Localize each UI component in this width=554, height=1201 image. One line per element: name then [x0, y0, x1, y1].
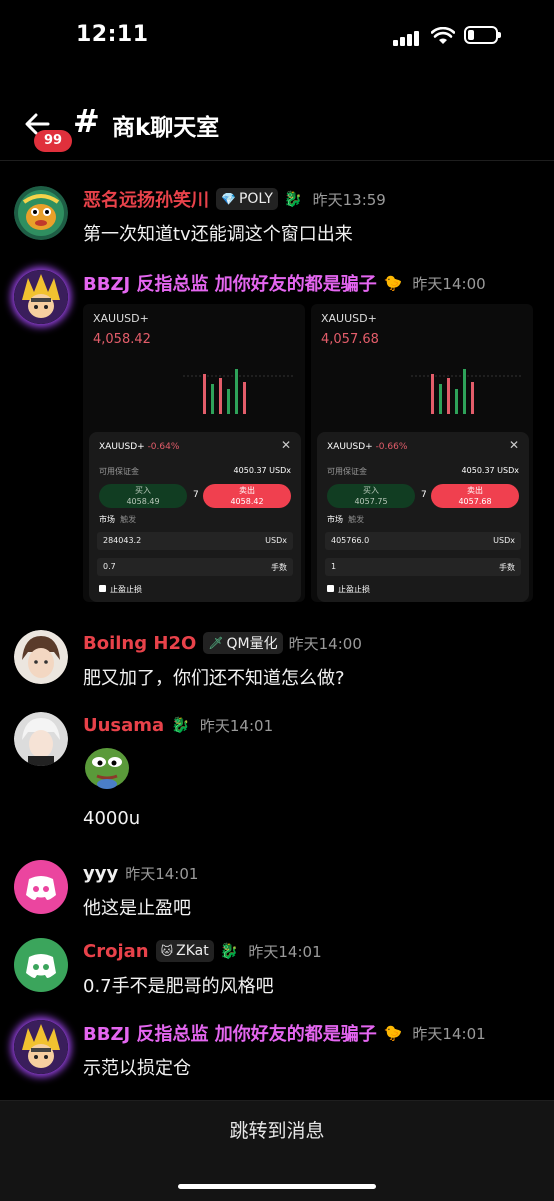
home-indicator[interactable] — [178, 1184, 376, 1189]
user-tag: 🗡 QM量化 — [203, 632, 283, 654]
channel-title: 商k聊天室 — [112, 115, 220, 141]
crown-chick-icon: 🐤 — [383, 274, 403, 292]
header-divider — [0, 160, 554, 161]
username[interactable]: BBZJ 反指总监 加你好友的都是骗子 — [83, 270, 377, 296]
username[interactable]: BBZJ 反指总监 加你好友的都是骗子 — [83, 1020, 377, 1046]
username[interactable]: Crojan — [83, 941, 149, 962]
candlestick-chart — [183, 369, 293, 414]
dragon-icon: 🐉 — [171, 716, 190, 734]
message-text: 0.7手不是肥哥的风格吧 — [83, 976, 274, 997]
close-icon: ✕ — [280, 438, 291, 452]
cellular-signal-icon — [393, 30, 421, 46]
avatar[interactable] — [14, 1020, 68, 1074]
avatar[interactable] — [14, 712, 68, 766]
username[interactable]: Uusama — [83, 715, 164, 736]
crown-chick-icon: 🐤 — [383, 1024, 403, 1042]
avatar[interactable] — [14, 630, 68, 684]
timestamp: 昨天14:01 — [125, 864, 199, 883]
username[interactable]: yyy — [83, 863, 118, 884]
cat-icon: 🐱 — [160, 944, 174, 958]
buy-button: 买入 4058.49 — [99, 484, 187, 508]
wifi-icon — [431, 27, 455, 44]
message-text: 第一次知道tv还能调这个窗口出来 — [83, 224, 353, 245]
checkbox-icon — [99, 585, 106, 592]
user-tag: 💎 POLY — [216, 188, 278, 210]
dragon-icon: 🐉 — [219, 942, 239, 960]
jump-to-message-button[interactable]: 跳转到消息 — [0, 1116, 554, 1143]
avatar[interactable] — [14, 938, 68, 992]
avatar[interactable] — [14, 270, 68, 324]
sell-button: 卖出 4057.68 — [431, 484, 519, 508]
checkbox-icon — [327, 585, 334, 592]
user-tag: 🐱 ZKat — [155, 940, 214, 962]
buy-button: 买入 4057.75 — [327, 484, 415, 508]
close-icon: ✕ — [508, 438, 519, 452]
avatar[interactable] — [14, 186, 68, 240]
message-text: 肥又加了，你们还不知道怎么做? — [83, 668, 345, 689]
symbol: XAUUSD+ — [93, 312, 149, 325]
timestamp: 昨天14:00 — [288, 634, 362, 653]
price: 4,058.42 — [93, 332, 151, 347]
order-panel: XAUUSD+ -0.66% ✕ 可用保证金 4050.37 USDx 买入 40… — [317, 432, 529, 602]
price: 4,057.68 — [321, 332, 379, 347]
channel-hash-icon: # — [73, 102, 100, 140]
avatar[interactable] — [14, 860, 68, 914]
discord-icon — [26, 954, 56, 978]
username[interactable]: 恶名远扬孙笑川 — [83, 186, 209, 212]
candlestick-chart — [411, 369, 521, 414]
discord-icon — [26, 876, 56, 900]
diamond-icon: 💎 — [221, 192, 236, 206]
timestamp: 昨天13:59 — [312, 190, 386, 209]
sell-button: 卖出 4058.42 — [203, 484, 291, 508]
username[interactable]: Boilng H2O — [83, 633, 196, 654]
timestamp: 昨天14:01 — [199, 716, 274, 735]
unread-count-badge: 99 — [34, 130, 72, 152]
message-text: 他这是止盈吧 — [83, 898, 191, 919]
image-attachment[interactable]: XAUUSD+ 4,058.42 XAUUSD+ -0.64% ✕ 可用保证金 … — [83, 304, 305, 602]
message-text: 示范以损定仓 — [83, 1058, 191, 1079]
message-text: 4000u — [83, 808, 141, 829]
battery-icon — [464, 26, 501, 44]
sword-icon: 🗡 — [208, 636, 224, 650]
timestamp: 昨天14:01 — [412, 1024, 486, 1043]
timestamp: 昨天14:00 — [412, 274, 486, 293]
image-attachment[interactable]: XAUUSD+ 4,057.68 XAUUSD+ -0.66% ✕ 可用保证金 … — [311, 304, 533, 602]
timestamp: 昨天14:01 — [248, 942, 322, 961]
pepe-sticker-icon — [85, 748, 129, 789]
status-time: 12:11 — [76, 22, 149, 47]
order-panel: XAUUSD+ -0.64% ✕ 可用保证金 4050.37 USDx 买入 40… — [89, 432, 301, 602]
symbol: XAUUSD+ — [321, 312, 377, 325]
dragon-icon: 🐉 — [283, 190, 303, 208]
